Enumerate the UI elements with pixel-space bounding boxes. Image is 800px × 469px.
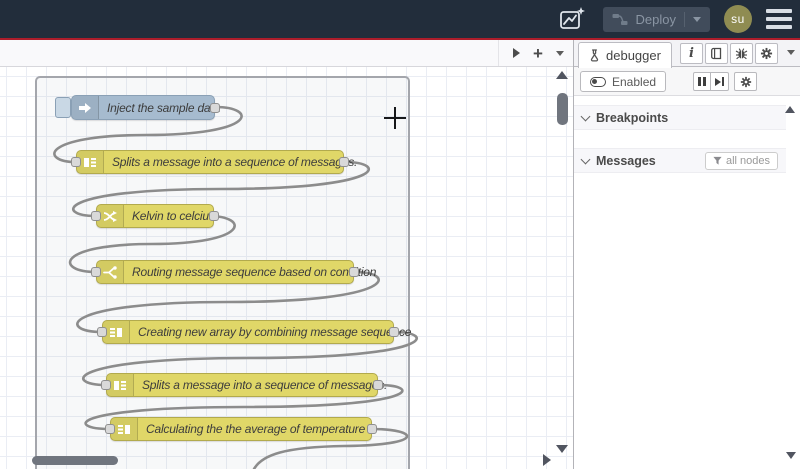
output-port[interactable] <box>210 102 220 113</box>
canvas-scroll-up-arrow[interactable] <box>556 71 568 79</box>
sidebar-tab-bar: debugger i <box>574 40 800 68</box>
flow-list-chevron-icon <box>556 50 564 56</box>
node-label: Routing message sequence based on condit… <box>132 265 377 279</box>
flow-node-split-2[interactable]: Splits a message into a sequence of mess… <box>101 373 387 397</box>
next-flow-icon <box>512 48 520 58</box>
node-label: Calculating the the average of temperatu… <box>146 422 366 436</box>
flow-tab-bar: + <box>0 40 573 67</box>
section-title: Breakpoints <box>596 110 669 125</box>
input-port[interactable] <box>101 380 111 390</box>
canvas-vscroll-thumb[interactable] <box>557 93 568 125</box>
funnel-icon <box>713 156 722 165</box>
filter-label: all nodes <box>725 154 770 167</box>
message-filter-button[interactable]: all nodes <box>704 151 778 170</box>
debugger-toolbar: Enabled <box>574 67 800 96</box>
sidebar-scroll-down-arrow[interactable] <box>786 452 796 459</box>
main-menu-icon <box>766 9 792 13</box>
output-port[interactable] <box>389 327 399 337</box>
deploy-divider <box>684 11 685 27</box>
chevron-down-icon <box>580 154 591 164</box>
node-label: Kelvin to celcius <box>132 209 215 223</box>
flow-node-change[interactable]: Kelvin to celcius <box>91 204 219 228</box>
messages-section-header[interactable]: Messages all nodes <box>574 148 786 173</box>
flow-list-button[interactable] <box>549 42 571 64</box>
enabled-label: Enabled <box>612 74 657 89</box>
tab-debugger[interactable]: debugger <box>578 42 672 68</box>
next-flow-button[interactable] <box>505 42 527 64</box>
section-title: Messages <box>596 153 656 168</box>
join-icon <box>103 321 130 343</box>
gear-icon <box>760 47 773 60</box>
canvas-scroll-down-arrow[interactable] <box>556 445 568 453</box>
main-menu-button[interactable] <box>766 9 792 29</box>
node-red-app: Deploy su + Inject the sample data Split… <box>0 0 800 469</box>
pause-button[interactable] <box>693 72 711 91</box>
add-flow-button[interactable]: + <box>527 42 549 64</box>
inject-trigger-button[interactable] <box>55 97 71 118</box>
step-icon <box>715 77 724 86</box>
deploy-options-chevron-icon[interactable] <box>693 16 701 22</box>
flow-node-switch[interactable]: Routing message sequence based on condit… <box>91 260 376 284</box>
flow-node-join-1[interactable]: Creating new array by combining message … <box>97 320 411 344</box>
sidebar: debugger i Enabled Breakpoints Messages … <box>573 40 800 469</box>
node-label: Creating new array by combining message … <box>138 325 412 339</box>
library-tab-button[interactable] <box>705 43 728 64</box>
workspace[interactable]: Inject the sample data Splits a message … <box>0 67 573 469</box>
add-flow-plus-icon: + <box>533 43 543 63</box>
crosshair-cursor <box>384 107 406 129</box>
tab-label: debugger <box>606 48 661 63</box>
export-image-icon <box>559 7 585 29</box>
node-label: Splits a message into a sequence of mess… <box>142 378 388 392</box>
canvas-hscroll-thumb[interactable] <box>32 456 118 465</box>
input-port[interactable] <box>91 211 101 221</box>
deploy-button[interactable]: Deploy <box>602 6 710 32</box>
app-header: Deploy su <box>0 0 800 38</box>
output-port[interactable] <box>373 380 383 390</box>
flask-icon <box>590 49 599 62</box>
deploy-label: Deploy <box>635 11 676 27</box>
output-port[interactable] <box>209 211 219 221</box>
debugger-settings-button[interactable] <box>734 72 757 91</box>
info-icon: i <box>689 46 694 61</box>
library-icon <box>711 47 722 60</box>
shuffle-icon <box>97 205 124 227</box>
flow-node-split-1[interactable]: Splits a message into a sequence of mess… <box>71 150 357 174</box>
breakpoints-section-header[interactable]: Breakpoints <box>574 105 786 130</box>
toggle-icon <box>590 76 606 87</box>
info-tab-button[interactable]: i <box>680 43 703 64</box>
user-avatar[interactable]: su <box>724 5 752 33</box>
flow-node-join-2[interactable]: Calculating the the average of temperatu… <box>105 417 377 441</box>
gear-icon <box>740 76 751 87</box>
bug-icon <box>735 48 748 60</box>
output-port[interactable] <box>367 424 377 434</box>
input-port[interactable] <box>91 267 101 277</box>
flow-node-inject[interactable]: Inject the sample data <box>55 95 220 120</box>
input-port[interactable] <box>97 327 107 337</box>
input-port[interactable] <box>105 424 115 434</box>
join-icon <box>111 418 138 440</box>
deploy-icon <box>612 13 628 25</box>
output-port[interactable] <box>339 157 349 167</box>
sidebar-scroll-up-arrow[interactable] <box>785 106 795 113</box>
pause-icon <box>698 77 706 86</box>
main-area: + Inject the sample data Splits a messag… <box>0 40 800 469</box>
node-label: Splits a message into a sequence of mess… <box>112 155 358 169</box>
export-image-button[interactable] <box>555 4 589 34</box>
debugger-enabled-toggle[interactable]: Enabled <box>580 71 667 92</box>
input-port[interactable] <box>71 157 81 167</box>
settings-tab-button[interactable] <box>755 43 778 64</box>
debug-tab-button[interactable] <box>730 43 753 64</box>
chevron-down-icon <box>580 111 591 121</box>
split-icon <box>77 151 104 173</box>
flow-canvas[interactable]: + Inject the sample data Splits a messag… <box>0 40 573 469</box>
output-port[interactable] <box>349 267 359 277</box>
step-button[interactable] <box>711 72 729 91</box>
fork-icon <box>97 261 124 283</box>
inject-arrow-icon <box>72 96 99 119</box>
canvas-scroll-right-arrow[interactable] <box>543 454 551 466</box>
node-label: Inject the sample data <box>107 100 221 115</box>
split-icon <box>107 374 134 396</box>
sidebar-tabs-chevron-icon[interactable] <box>787 50 795 55</box>
